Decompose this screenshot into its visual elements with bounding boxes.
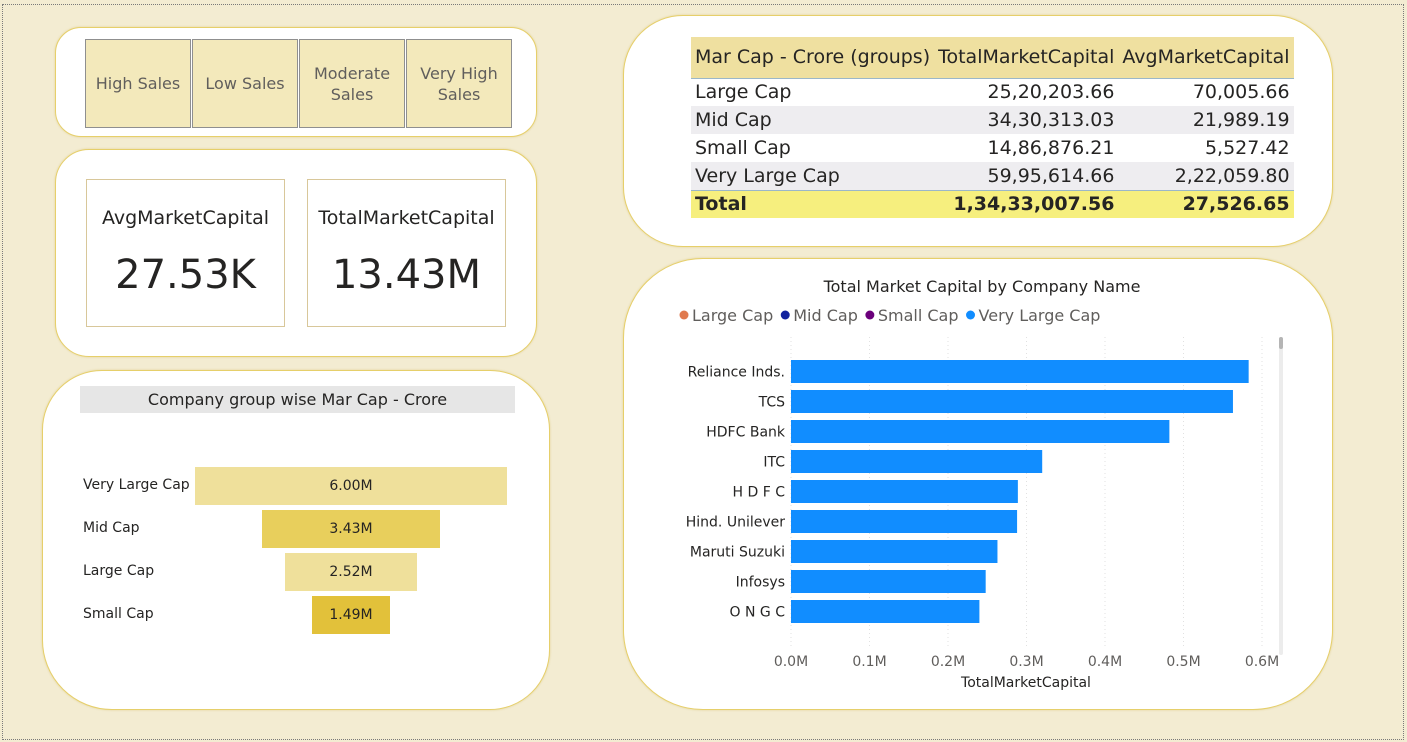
cell-group: Small Cap (695, 137, 791, 159)
x-tick-label: 0.6M (1245, 654, 1279, 670)
y-category-label: O N G C (730, 605, 786, 621)
legend-label[interactable]: Mid Cap (793, 306, 858, 325)
x-tick-label: 0.1M (852, 654, 886, 670)
chart-scrollbar-track[interactable] (1279, 337, 1283, 655)
market-cap-table-panel: Mar Cap - Crore (groups) TotalMarketCapi… (623, 15, 1333, 247)
column-header-avg[interactable]: AvgMarketCapital (1118, 37, 1294, 79)
x-tick-label: 0.0M (774, 654, 808, 670)
cell-group: Very Large Cap (691, 162, 935, 190)
total-market-capital-card[interactable]: TotalMarketCapital 13.43M (307, 179, 506, 327)
cell-avg: 2,22,059.80 (1118, 162, 1294, 190)
card-value: 13.43M (331, 252, 482, 298)
funnel-category-label: Mid Cap (83, 520, 140, 536)
bar[interactable] (791, 420, 1170, 443)
funnel-bar[interactable]: 2.52M (285, 553, 417, 591)
legend-marker (865, 310, 875, 320)
y-category-label: Maruti Suzuki (690, 545, 785, 561)
chart-title: Total Market Capital by Company Name (823, 277, 1141, 296)
cell-group: Large Cap (695, 81, 792, 104)
legend-label[interactable]: Very Large Cap (979, 306, 1101, 325)
bar[interactable] (791, 510, 1018, 533)
y-category-label: Hind. Unilever (686, 515, 785, 531)
x-tick-label: 0.2M (931, 654, 965, 670)
bar[interactable] (791, 390, 1233, 413)
y-category-label: Infosys (736, 575, 785, 591)
cell-avg: 5,527.42 (1204, 137, 1290, 159)
table-row[interactable]: Large Cap 25,20,203.66 70,005.66 (691, 78, 1294, 106)
funnel-title: Company group wise Mar Cap - Crore (80, 386, 515, 413)
table-row[interactable]: Very Large Cap 59,95,614.66 2,22,059.80 (691, 162, 1294, 190)
cell-avg: 70,005.66 (1192, 81, 1290, 104)
cell-total: 25,20,203.66 (987, 81, 1115, 104)
kpi-cards-panel: AvgMarketCapital 27.53K TotalMarketCapit… (55, 149, 537, 357)
total-market-capital-sum: 1,34,33,007.56 (934, 189, 1119, 218)
table-row[interactable]: Mid Cap 34,30,313.03 21,989.19 (691, 106, 1294, 134)
slicer-option-moderate-sales[interactable]: Moderate Sales (299, 39, 405, 128)
card-title: AvgMarketCapital (101, 207, 270, 229)
funnel-bar[interactable]: 3.43M (261, 510, 441, 548)
legend-label[interactable]: Large Cap (692, 306, 773, 325)
bar[interactable] (791, 450, 1043, 473)
funnel-category-label: Small Cap (83, 606, 154, 622)
y-category-label: H D F C (733, 485, 786, 501)
chart-scrollbar-handle[interactable] (1279, 337, 1283, 349)
table-header-row: Mar Cap - Crore (groups) TotalMarketCapi… (691, 37, 1294, 79)
card-title: TotalMarketCapital (318, 207, 495, 229)
slicer-option-high-sales[interactable]: High Sales (85, 39, 191, 128)
legend-marker (780, 310, 790, 320)
funnel-category-label: Large Cap (83, 563, 155, 579)
bar[interactable] (791, 480, 1018, 503)
slicer-option-very-high-sales[interactable]: Very High Sales (406, 39, 512, 128)
avg-market-capital-total: 27,526.65 (1118, 189, 1294, 218)
bar[interactable] (791, 360, 1249, 383)
y-category-label: Reliance Inds. (688, 365, 785, 381)
legend-marker (966, 310, 976, 320)
cell-avg: 21,989.19 (1118, 106, 1294, 134)
cell-total: 59,95,614.66 (934, 162, 1119, 190)
legend-label[interactable]: Small Cap (878, 306, 959, 325)
avg-market-capital-card[interactable]: AvgMarketCapital 27.53K (86, 179, 285, 327)
column-header-groups[interactable]: Mar Cap - Crore (groups) (691, 37, 935, 79)
cell-total: 14,86,876.21 (987, 137, 1115, 159)
sales-slicer-panel: High Sales Low Sales Moderate Sales Very… (55, 27, 537, 137)
x-tick-label: 0.4M (1088, 654, 1122, 670)
total-label: Total (691, 189, 935, 218)
y-category-label: ITC (763, 455, 785, 471)
funnel-bar[interactable]: 6.00M (195, 467, 507, 505)
legend-marker (679, 310, 689, 320)
bar[interactable] (791, 540, 998, 563)
funnel-chart-panel: Company group wise Mar Cap - Crore Very … (42, 370, 550, 710)
cell-total: 34,30,313.03 (934, 106, 1119, 134)
funnel-category-label: Very Large Cap (83, 477, 190, 493)
table-row[interactable]: Small Cap 14,86,876.21 5,527.42 (691, 134, 1294, 162)
x-tick-label: 0.5M (1166, 654, 1200, 670)
column-header-total[interactable]: TotalMarketCapital (934, 37, 1119, 79)
x-tick-label: 0.3M (1009, 654, 1043, 670)
funnel-bar[interactable]: 1.49M (312, 596, 390, 634)
y-category-label: HDFC Bank (706, 425, 786, 441)
cell-group: Mid Cap (691, 106, 935, 134)
x-axis-label: TotalMarketCapital (960, 675, 1091, 691)
bar-chart-panel: Total Market Capital by Company Name Larg… (623, 258, 1333, 710)
slicer-option-low-sales[interactable]: Low Sales (192, 39, 298, 128)
bar[interactable] (791, 600, 980, 623)
bar-chart: Total Market Capital by Company Name Larg… (679, 277, 1279, 691)
bar[interactable] (791, 570, 986, 593)
table-total-row: Total 1,34,33,007.56 27,526.65 (691, 189, 1294, 218)
market-cap-table: Mar Cap - Crore (groups) TotalMarketCapi… (691, 37, 1294, 218)
y-category-label: TCS (758, 395, 786, 411)
card-value: 27.53K (115, 252, 256, 298)
